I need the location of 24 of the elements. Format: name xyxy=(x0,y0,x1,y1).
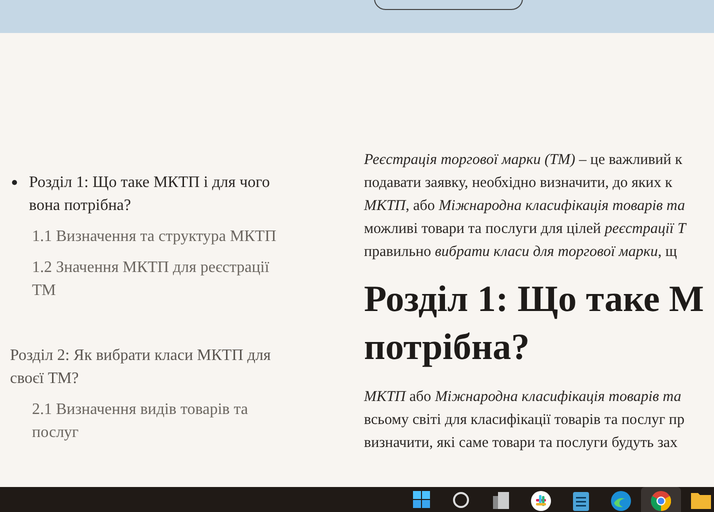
grid-icon xyxy=(412,491,430,508)
folder-icon xyxy=(691,491,711,509)
taskbar-button[interactable] xyxy=(641,487,681,512)
heading-line: Розділ 1: Що таке М xyxy=(364,278,705,322)
paragraph-line: МКТП, або Міжнародна класифікація товарів та xyxy=(364,197,686,216)
toc-sublink[interactable]: 1.2 Значення МКТП для реєстрації ТМ xyxy=(10,256,277,302)
browser-wave-icon xyxy=(611,491,631,511)
search-icon xyxy=(452,491,470,509)
toc-link[interactable]: Розділ 2: Як вибрати класи МКТП для своєї ТМ? xyxy=(10,344,285,390)
windows-icon xyxy=(492,491,510,509)
paragraph-line: визначити, які саме товари та послуги будуть зах xyxy=(364,434,679,453)
paragraph-line: всьому світі для класифікації товарів та послуг пр xyxy=(364,411,686,430)
paragraph-line: можливі товари та послуги для цілей реєстрації Т xyxy=(364,220,688,239)
paragraph-line: МКТП або Міжнародна класифікація товарів та xyxy=(364,388,682,407)
notepad-icon xyxy=(573,491,589,511)
browser-circle-icon xyxy=(651,491,671,511)
heading-line: потрібна? xyxy=(364,326,531,370)
paragraph-line: Реєстрація торгової марки (ТМ) – це важливий к xyxy=(364,151,684,170)
paragraph-line: подавати заявку, необхідно визначити, до яких к xyxy=(364,174,674,193)
colorful-hash-icon xyxy=(531,491,551,511)
paragraph-line: правильно вибрати класи для торгової марки, щ xyxy=(364,243,678,262)
toc-sublink[interactable]: 1.1 Визначення та структура МКТП xyxy=(10,225,277,248)
toc-sublink[interactable]: 2.1 Визначення видів товарів та послуг xyxy=(10,398,277,444)
toc-link[interactable]: Розділ 1: Що таке МКТП і для чого вона потрібна? xyxy=(29,171,285,217)
